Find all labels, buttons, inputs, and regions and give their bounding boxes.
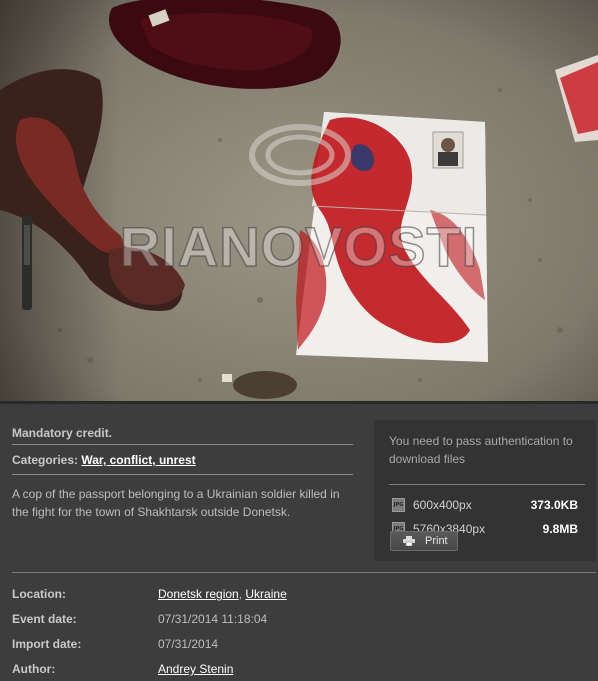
divider <box>12 444 353 445</box>
download-box: You need to pass authentication to downl… <box>374 420 596 561</box>
jpg-file-icon: JPG <box>392 498 405 512</box>
download-size: 9.8MB <box>542 522 578 536</box>
photo-details: Mandatory credit. Categories: War, confl… <box>12 422 353 521</box>
author-link[interactable]: Andrey Stenin <box>158 662 233 676</box>
watermark-text: RIANOVOSTI <box>120 215 478 278</box>
categories-row: Categories: War, conflict, unrest <box>12 447 353 474</box>
auth-required-message: You need to pass authentication to downl… <box>389 434 573 466</box>
category-link[interactable]: War, conflict, unrest <box>81 453 195 467</box>
meta-author: Author: Andrey Stenin <box>12 660 592 678</box>
photo-illustration: RIANOVOSTI <box>0 0 598 401</box>
download-dimensions[interactable]: 600x400px <box>413 496 472 514</box>
categories-label: Categories: <box>12 453 79 467</box>
print-button[interactable]: Print <box>390 531 458 551</box>
print-label: Print <box>425 535 448 547</box>
location-country-link[interactable]: Ukraine <box>245 587 286 601</box>
location-value: Donetsk region, Ukraine <box>158 587 287 601</box>
import-date-value: 07/31/2014 <box>158 637 219 651</box>
location-label: Location: <box>12 587 66 601</box>
photo-caption: A cop of the passport belonging to a Ukr… <box>12 487 340 519</box>
news-photo: RIANOVOSTI <box>0 0 598 401</box>
printer-icon <box>403 536 415 546</box>
author-label: Author: <box>12 662 56 676</box>
event-date-label: Event date: <box>12 612 77 626</box>
divider <box>12 474 353 475</box>
meta-location: Location: Donetsk region, Ukraine <box>12 585 592 603</box>
meta-event-date: Event date: 07/31/2014 11:18:04 <box>12 610 592 628</box>
download-size: 373.0KB <box>530 498 578 512</box>
import-date-label: Import date: <box>12 637 82 651</box>
photo-info-panel: Mandatory credit. Categories: War, confl… <box>0 404 598 681</box>
divider <box>12 572 596 573</box>
meta-import-date: Import date: 07/31/2014 <box>12 635 592 653</box>
location-region-link[interactable]: Donetsk region <box>158 587 239 601</box>
download-option-small[interactable]: JPG 600x400px 373.0KB <box>392 496 582 514</box>
divider <box>389 484 585 485</box>
event-date-value: 07/31/2014 11:18:04 <box>158 612 268 626</box>
author-value: Andrey Stenin <box>158 660 233 678</box>
mandatory-credit: Mandatory credit. <box>12 426 113 440</box>
